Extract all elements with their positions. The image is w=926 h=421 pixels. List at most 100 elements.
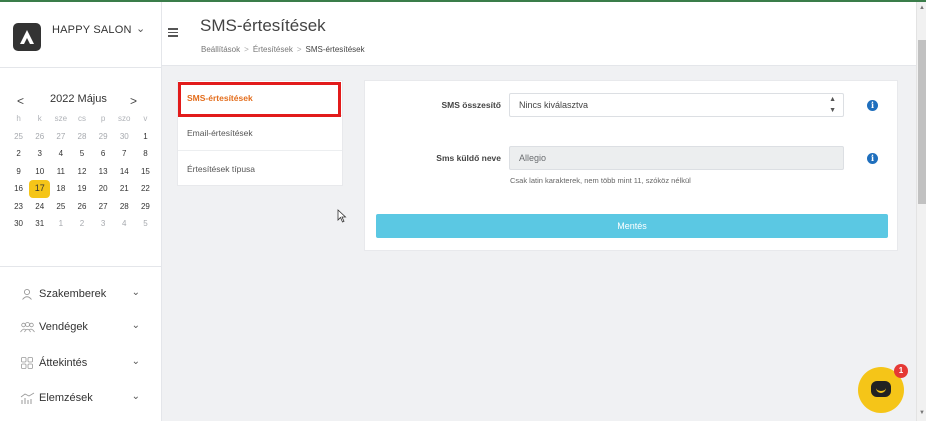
calendar-prev-button[interactable]: < bbox=[17, 94, 24, 108]
scrollbar[interactable]: ▲ ▼ bbox=[916, 2, 926, 421]
sidebar: HAPPY SALON ⌄ < 2022 Május > h k sze cs … bbox=[0, 2, 162, 421]
calendar-day[interactable]: 29 bbox=[135, 198, 156, 216]
submenu-item-email[interactable]: Email-értesítések bbox=[178, 116, 342, 151]
sms-summary-value: Nincs kiválasztva bbox=[519, 100, 589, 110]
salon-name: HAPPY SALON bbox=[52, 24, 132, 36]
group-icon bbox=[19, 320, 35, 334]
breadcrumb-separator: > bbox=[244, 45, 249, 54]
calendar-day[interactable]: 11 bbox=[50, 163, 71, 181]
calendar-day[interactable]: 8 bbox=[135, 145, 156, 163]
calendar-header: < 2022 Május > bbox=[0, 90, 162, 110]
calendar-day[interactable]: 28 bbox=[71, 128, 92, 146]
sender-name-label: Sms küldő neve bbox=[436, 153, 501, 163]
weekday-label: h bbox=[16, 114, 21, 123]
salon-logo-icon bbox=[13, 23, 41, 51]
sidebar-item-szakemberek[interactable]: Szakemberek ⌄ bbox=[19, 284, 149, 304]
info-icon[interactable]: i bbox=[867, 153, 878, 164]
sidebar-item-attekintes[interactable]: Áttekintés ⌄ bbox=[19, 353, 149, 373]
sidebar-item-label: Vendégek bbox=[39, 321, 88, 333]
chat-icon bbox=[871, 381, 891, 397]
sidebar-item-label: Elemzések bbox=[39, 392, 93, 404]
info-icon[interactable]: i bbox=[867, 100, 878, 111]
submenu-item-types[interactable]: Értesítések típusa bbox=[178, 151, 342, 186]
brand-header[interactable]: HAPPY SALON ⌄ bbox=[0, 2, 162, 68]
calendar-day[interactable]: 12 bbox=[71, 163, 92, 181]
scroll-up-icon[interactable]: ▲ bbox=[919, 5, 925, 11]
calendar-day[interactable]: 2 bbox=[8, 145, 29, 163]
calendar-day[interactable]: 25 bbox=[8, 128, 29, 146]
calendar-day[interactable]: 15 bbox=[135, 163, 156, 181]
hamburger-menu-icon[interactable] bbox=[168, 28, 178, 37]
page-title: SMS-értesítések bbox=[200, 16, 326, 35]
notifications-submenu: SMS-értesítések Email-értesítések Értesí… bbox=[177, 80, 343, 186]
calendar-next-button[interactable]: > bbox=[130, 94, 137, 108]
calendar-day[interactable]: 7 bbox=[114, 145, 135, 163]
calendar-day[interactable]: 28 bbox=[114, 198, 135, 216]
calendar-day[interactable]: 26 bbox=[71, 198, 92, 216]
calendar-day[interactable]: 24 bbox=[29, 198, 50, 216]
weekday-label: p bbox=[100, 114, 106, 123]
calendar-day[interactable]: 26 bbox=[29, 128, 50, 146]
chevron-down-icon: ⌄ bbox=[131, 391, 140, 402]
calendar-day[interactable]: 21 bbox=[114, 180, 135, 198]
calendar-day[interactable]: 30 bbox=[8, 215, 29, 233]
calendar-day[interactable]: 2 bbox=[71, 215, 92, 233]
select-arrows-icon: ▲ ▼ bbox=[829, 96, 836, 114]
sidebar-item-elemzesek[interactable]: Elemzések ⌄ bbox=[19, 388, 149, 408]
calendar-day[interactable]: 9 bbox=[8, 163, 29, 181]
calendar-day[interactable]: 19 bbox=[71, 180, 92, 198]
sender-name-field[interactable]: Allegio bbox=[509, 146, 844, 170]
submenu-item-sms[interactable]: SMS-értesítések bbox=[178, 81, 342, 116]
calendar-day[interactable]: 27 bbox=[93, 198, 114, 216]
calendar-month-title[interactable]: 2022 Május bbox=[50, 93, 107, 105]
grid-icon bbox=[19, 356, 35, 370]
calendar-day[interactable]: 3 bbox=[93, 215, 114, 233]
calendar-day[interactable]: 31 bbox=[29, 215, 50, 233]
calendar-day[interactable]: 30 bbox=[114, 128, 135, 146]
sidebar-item-label: Szakemberek bbox=[39, 288, 107, 300]
calendar-day[interactable]: 20 bbox=[93, 180, 114, 198]
calendar-day[interactable]: 29 bbox=[93, 128, 114, 146]
calendar-day[interactable]: 10 bbox=[29, 163, 50, 181]
save-button[interactable]: Mentés bbox=[376, 214, 888, 238]
calendar-day[interactable]: 3 bbox=[29, 145, 50, 163]
sidebar-item-label: Áttekintés bbox=[39, 357, 88, 369]
weekday-label: cs bbox=[77, 114, 86, 123]
calendar-day[interactable]: 16 bbox=[8, 180, 29, 198]
calendar-day[interactable]: 14 bbox=[114, 163, 135, 181]
calendar-day[interactable]: 5 bbox=[135, 215, 156, 233]
calendar-day[interactable]: 23 bbox=[8, 198, 29, 216]
sidebar-divider bbox=[0, 266, 162, 267]
calendar-day[interactable]: 13 bbox=[93, 163, 114, 181]
breadcrumb-item[interactable]: Beállítások bbox=[201, 45, 240, 54]
calendar-day[interactable]: 6 bbox=[93, 145, 114, 163]
scroll-down-icon[interactable]: ▼ bbox=[919, 410, 925, 416]
calendar-day[interactable]: 4 bbox=[114, 215, 135, 233]
calendar-day[interactable]: 5 bbox=[71, 145, 92, 163]
mini-calendar: < 2022 Május > h k sze cs p szo v 25 26 … bbox=[0, 90, 162, 228]
calendar-day[interactable]: 1 bbox=[50, 215, 71, 233]
sidebar-item-vendegek[interactable]: Vendégek ⌄ bbox=[19, 317, 149, 337]
calendar-day[interactable]: 1 bbox=[135, 128, 156, 146]
sms-summary-label: SMS összesítő bbox=[441, 100, 501, 110]
breadcrumb: Beállítások > Értesítések > SMS-értesítések bbox=[201, 45, 365, 54]
calendar-day[interactable]: 4 bbox=[50, 145, 71, 163]
mouse-cursor-icon bbox=[337, 209, 347, 223]
scrollbar-thumb[interactable] bbox=[918, 40, 926, 204]
breadcrumb-item[interactable]: Értesítések bbox=[253, 45, 293, 54]
chevron-down-icon: ⌄ bbox=[131, 320, 140, 331]
breadcrumb-separator: > bbox=[296, 45, 302, 54]
weekday-label: sze bbox=[54, 114, 68, 123]
calendar-day[interactable]: 22 bbox=[135, 180, 156, 198]
calendar-day-today[interactable]: 17 bbox=[29, 180, 51, 198]
calendar-day[interactable]: 25 bbox=[50, 198, 71, 216]
sender-name-hint: Csak latin karakterek, nem több mint 11,… bbox=[510, 176, 691, 185]
calendar-day[interactable]: 27 bbox=[50, 128, 71, 146]
sms-summary-select[interactable]: Nincs kiválasztva ▲ ▼ bbox=[509, 93, 844, 117]
page-header: SMS-értesítések Beállítások > Értesítések >… bbox=[162, 2, 916, 66]
weekday-label: szo bbox=[118, 114, 131, 123]
person-icon bbox=[19, 287, 35, 301]
chevron-down-icon: ⌄ bbox=[131, 287, 140, 298]
calendar-day[interactable]: 18 bbox=[50, 180, 71, 198]
chevron-down-icon[interactable]: ⌄ bbox=[136, 22, 145, 35]
